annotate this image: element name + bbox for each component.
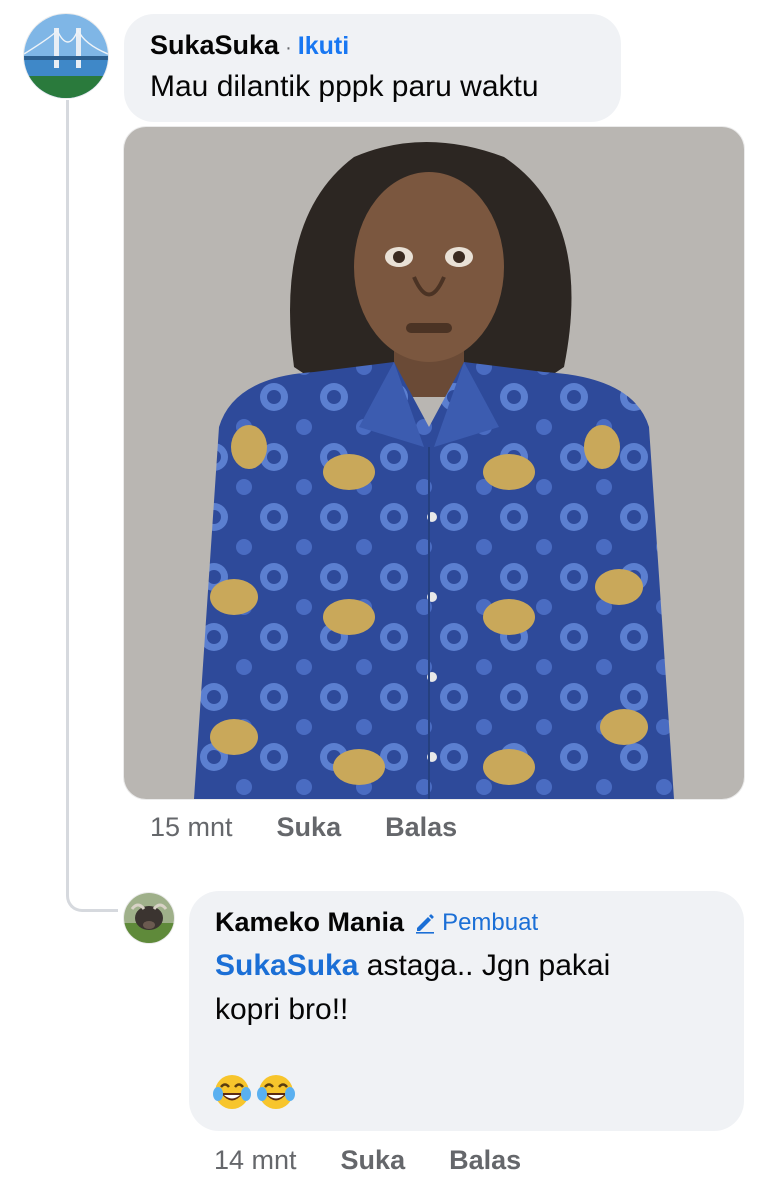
- separator-dot: ·: [285, 37, 292, 59]
- reply-text-line-2: kopri bro!!: [215, 993, 349, 1026]
- author-badge-label: Pembuat: [442, 908, 539, 936]
- commenter-avatar[interactable]: [24, 14, 108, 98]
- comment-timestamp[interactable]: 15 mnt: [150, 812, 233, 843]
- reply-author-avatar[interactable]: [124, 893, 174, 943]
- reply-actions: 14 mnt Suka Balas: [214, 1145, 521, 1176]
- comment-text: Mau dilantik pppk paru waktu: [150, 70, 539, 103]
- thread-connector-line: [66, 100, 118, 912]
- reply-text-line-1: astaga.. Jgn pakai: [366, 949, 611, 982]
- reply-timestamp[interactable]: 14 mnt: [214, 1145, 297, 1176]
- comment-actions: 15 mnt Suka Balas: [150, 812, 457, 843]
- laughing-tears-emoji-icon: [213, 1075, 251, 1109]
- reply-reply-button[interactable]: Balas: [449, 1145, 521, 1176]
- comment-bubble: SukaSuka · Ikuti Mau dilantik pppk paru wa…: [124, 14, 621, 122]
- bridge-landscape-avatar-icon: [24, 14, 108, 98]
- reply-author[interactable]: Kameko Mania: [215, 907, 404, 938]
- comment-photo[interactable]: [124, 127, 744, 799]
- person-in-blue-batik-shirt-photo-icon: [124, 127, 744, 799]
- buffalo-avatar-icon: [124, 893, 174, 943]
- like-button[interactable]: Suka: [277, 812, 342, 843]
- comment-author[interactable]: SukaSuka: [150, 30, 279, 60]
- follow-button[interactable]: Ikuti: [298, 32, 349, 60]
- mention-link[interactable]: SukaSuka: [215, 949, 358, 982]
- reply-like-button[interactable]: Suka: [341, 1145, 406, 1176]
- reply-emojis: 😂😂: [212, 1072, 296, 1112]
- author-badge: Pembuat: [414, 909, 538, 937]
- reply-text: SukaSuka astaga.. Jgn pakai kopri bro!!: [215, 944, 718, 1032]
- laughing-tears-emoji-icon: [257, 1075, 295, 1109]
- pencil-icon: [416, 913, 435, 934]
- reply-button[interactable]: Balas: [385, 812, 457, 843]
